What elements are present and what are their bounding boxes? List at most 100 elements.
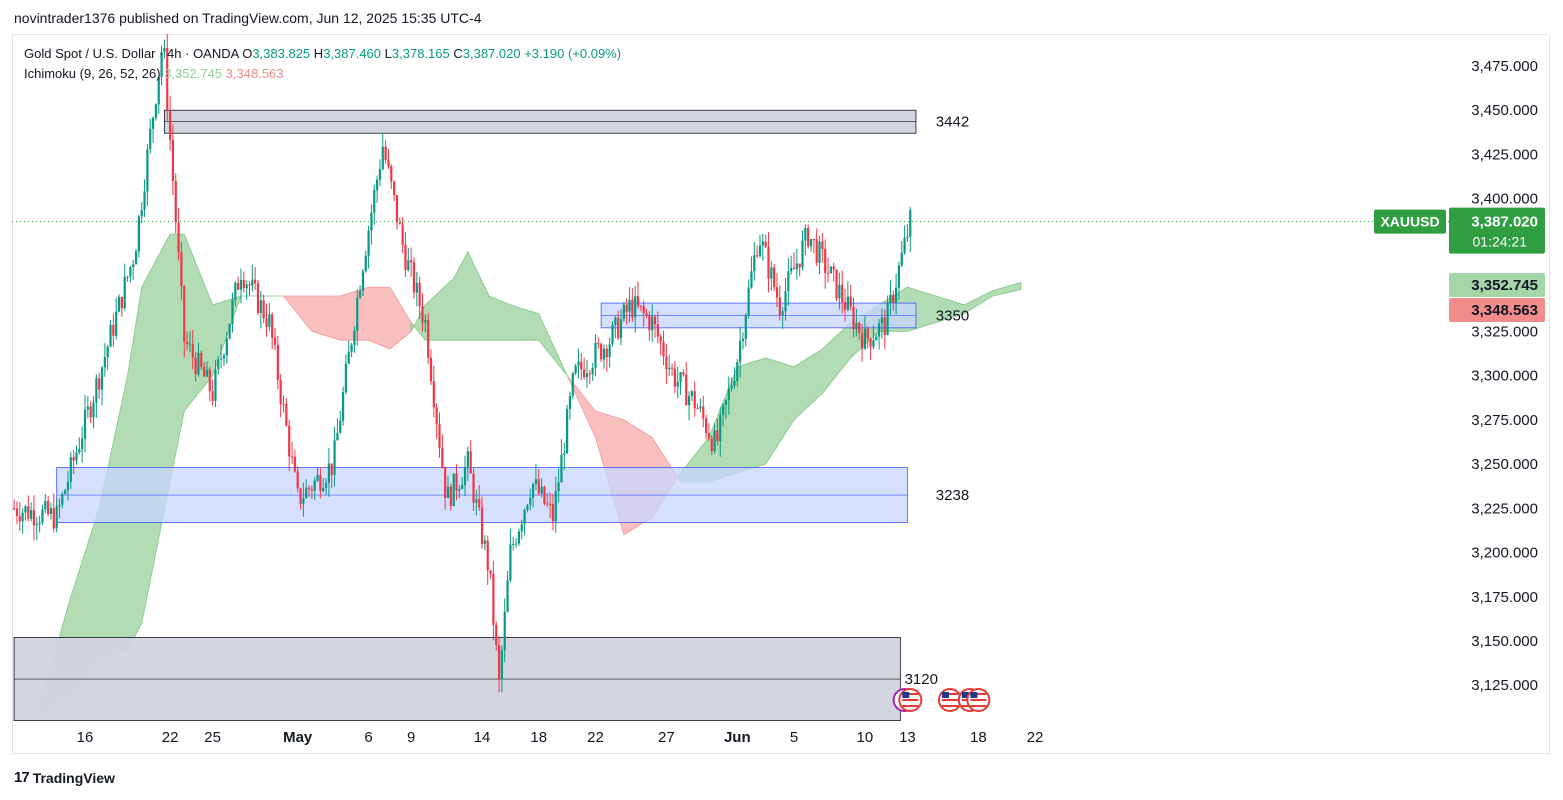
candle-down (271, 314, 274, 338)
candle-down (537, 479, 540, 494)
candle-up (809, 239, 813, 247)
candle-up (251, 279, 254, 286)
candle-down (588, 373, 591, 375)
candle-down (200, 352, 203, 368)
candle-down (710, 438, 713, 451)
zone-label: 3238 (936, 487, 969, 504)
last-price-value: 3,387.020 (1471, 214, 1538, 231)
price-tick-label: 3,225.000 (1471, 500, 1538, 517)
candle-down (685, 374, 688, 406)
time-tick-label: May (283, 729, 313, 746)
cloud-segment-green (410, 250, 568, 376)
candle-down (892, 294, 895, 303)
candle-up (424, 319, 427, 323)
price-tick-label: 3,150.000 (1471, 633, 1538, 650)
candle-up (784, 291, 787, 312)
candle-up (197, 352, 200, 375)
candle-down (866, 328, 869, 339)
candle-up (100, 367, 104, 390)
candle-down (285, 404, 288, 426)
candle-down (112, 324, 115, 336)
candle-up (500, 650, 503, 680)
candle-up (585, 373, 589, 378)
price-badges: XAUUSD 3,387.020 01:24:21 3,352.745 3,348.56… (1374, 207, 1545, 322)
candle-down (242, 280, 245, 289)
candle-down (393, 181, 396, 195)
candle-down (410, 260, 413, 263)
candle-up (364, 255, 367, 272)
candle-down (203, 367, 206, 377)
candle-up (239, 280, 243, 290)
candle-up (557, 482, 560, 492)
candle-up (801, 240, 804, 268)
candle-up (231, 299, 234, 324)
candle-up (770, 267, 773, 279)
candle-down (293, 456, 296, 472)
price-axis: 3,475.0003,450.0003,425.0003,400.0003,37… (1471, 58, 1538, 694)
symbol-badge-label: XAUUSD (1380, 214, 1439, 230)
candle-up (103, 357, 106, 368)
ichimoku-span-b-value: 3,348.563 (225, 66, 284, 81)
price-tick-label: 3,300.000 (1471, 368, 1538, 385)
candle-up (733, 381, 736, 386)
candle-up (353, 330, 356, 345)
candle-down (551, 504, 555, 522)
footer-brand[interactable]: 17 TradingView (14, 769, 115, 786)
candle-up (722, 405, 725, 415)
candle-up (577, 361, 580, 366)
candle-up (724, 400, 728, 406)
candle-up (222, 355, 226, 359)
candlestick-chart[interactable]: 3442 3350 3238 3120 3,475.000 3,450.000 3,425… (0, 0, 1563, 800)
candle-up (676, 381, 679, 387)
candle-down (869, 338, 872, 347)
candle-up (514, 543, 518, 545)
open-value: 3,383.825 (252, 46, 311, 61)
candle-down (418, 282, 421, 307)
candle-down (211, 391, 214, 401)
price-tick-label: 3,325.000 (1471, 323, 1538, 340)
candle-up (313, 480, 316, 491)
candle-up (64, 490, 67, 494)
ichimoku-badge-label: 3,348.563 (1471, 302, 1538, 319)
candle-down (290, 456, 294, 458)
candle-up (356, 297, 359, 331)
bar-countdown: 01:24:21 (1473, 234, 1528, 250)
time-tick-label: 18 (970, 729, 987, 746)
candle-down (32, 510, 36, 526)
candle-up (520, 524, 523, 532)
candle-down (208, 369, 211, 392)
candle-up (268, 314, 271, 327)
candle-down (826, 272, 830, 274)
price-tick-label: 3,450.000 (1471, 102, 1538, 119)
candle-down (421, 306, 424, 323)
candle-up (863, 328, 866, 349)
price-tick-label: 3,200.000 (1471, 545, 1538, 562)
candle-down (384, 146, 387, 160)
candle-down (642, 305, 645, 314)
candle-up (875, 336, 878, 341)
candle-up (634, 296, 637, 318)
candle-up (619, 319, 623, 339)
candle-down (256, 283, 260, 314)
candle-up (622, 304, 625, 320)
low-label: L (384, 46, 392, 61)
candle-up (55, 506, 58, 529)
candle-down (815, 239, 818, 263)
candle-up (838, 284, 841, 299)
candle-down (693, 391, 696, 409)
candle-up (86, 406, 89, 410)
candle-up (21, 512, 24, 522)
candle-up (358, 290, 362, 298)
candle-down (704, 418, 708, 434)
candle-down (180, 251, 183, 287)
tradingview-logo-icon: 17 (14, 769, 30, 786)
candle-up (126, 276, 129, 278)
candle-down (832, 266, 835, 270)
candle-up (483, 540, 486, 545)
time-tick-label: 5 (790, 729, 798, 746)
low-value: 3,378.165 (391, 46, 450, 61)
candle-up (350, 344, 353, 352)
candle-down (841, 284, 844, 303)
candle-up (106, 346, 109, 358)
candle-down (843, 302, 847, 310)
